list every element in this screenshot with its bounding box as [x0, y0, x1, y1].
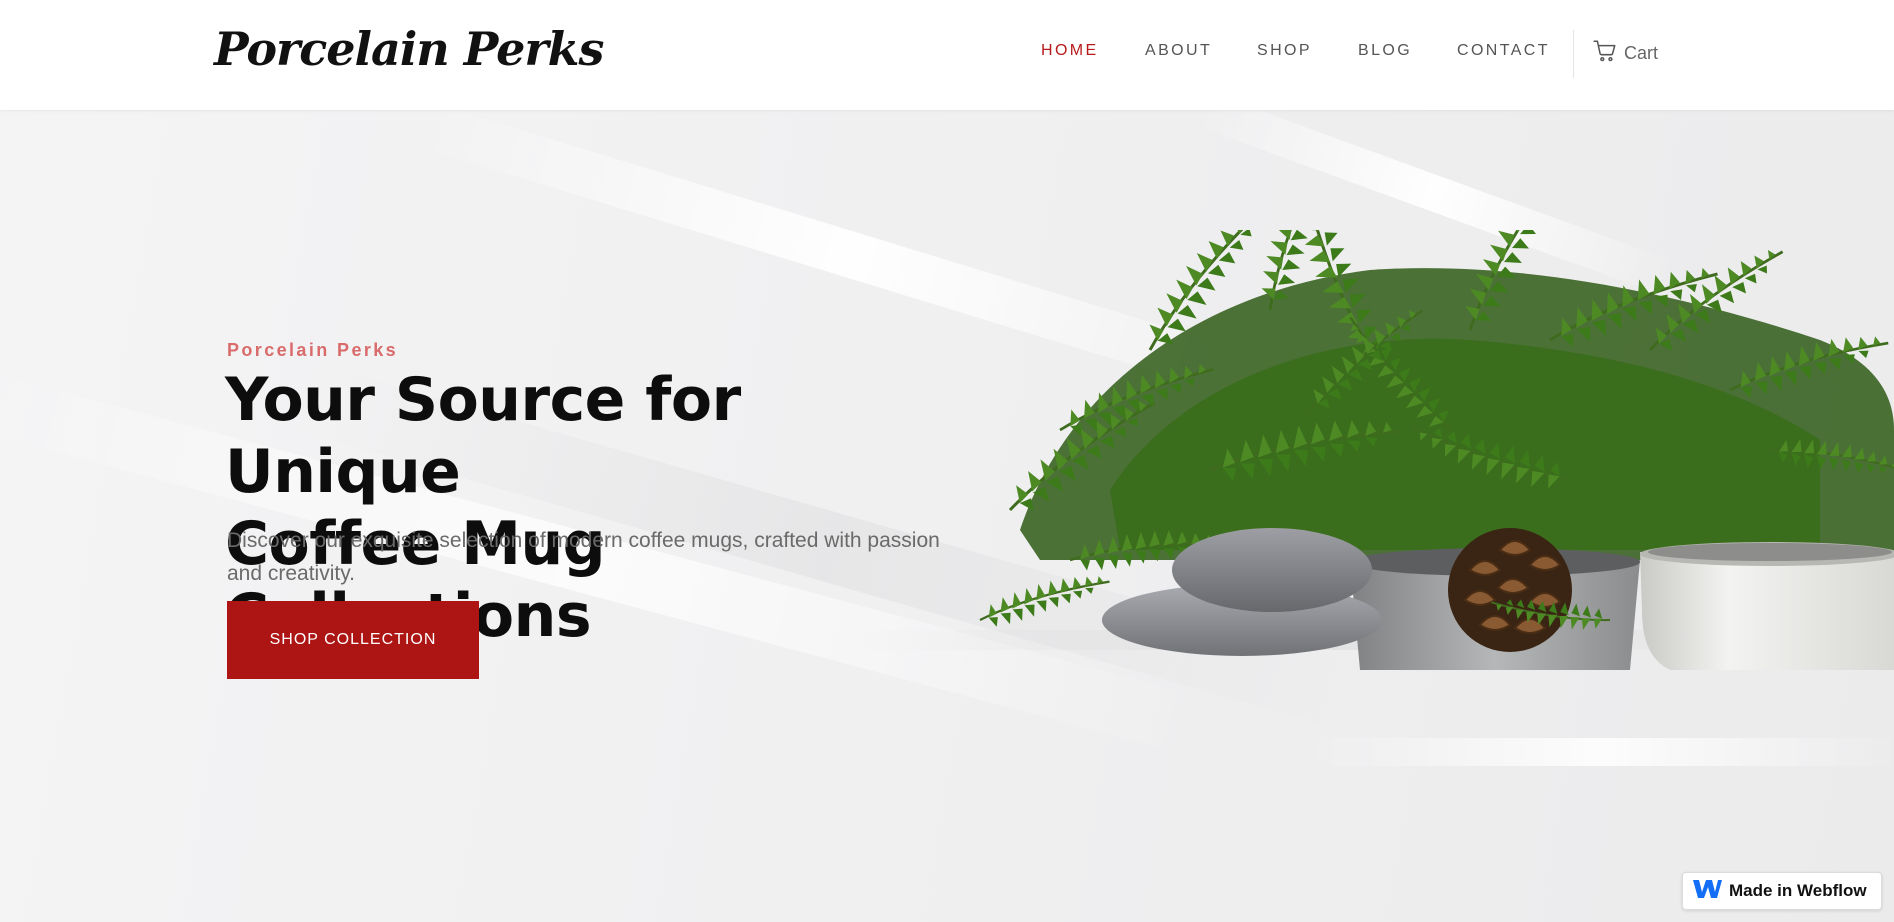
nav-contact[interactable]: CONTACT: [1457, 42, 1550, 60]
nav-blog[interactable]: BLOG: [1358, 42, 1412, 60]
badge-label: Made in Webflow: [1729, 881, 1867, 900]
nav-about[interactable]: ABOUT: [1145, 42, 1212, 60]
nav-shop[interactable]: SHOP: [1257, 42, 1312, 60]
made-in-webflow-badge[interactable]: Made in Webflow: [1682, 872, 1882, 910]
nav-home[interactable]: HOME: [1041, 42, 1099, 60]
shop-collection-button[interactable]: SHOP COLLECTION: [227, 601, 479, 679]
webflow-logo-icon: [1691, 878, 1723, 904]
hero-section: Porcelain Perks Your Source for Unique C…: [0, 110, 1894, 922]
hero-headline-line1: Your Source for Unique: [225, 365, 741, 507]
page: Porcelain Perks HOME ABOUT SHOP BLOG CON…: [0, 0, 1894, 922]
pinecone: [1448, 528, 1572, 652]
cart-icon: [1592, 38, 1618, 68]
cart-button[interactable]: Cart: [1592, 40, 1658, 66]
site-header: Porcelain Perks HOME ABOUT SHOP BLOG CON…: [0, 0, 1894, 110]
hero-image: [973, 230, 1894, 670]
hero-subtitle: Discover our exquisite selection of mode…: [227, 529, 940, 585]
light-beam: [1300, 738, 1894, 766]
nav-divider: [1573, 30, 1574, 78]
cart-label: Cart: [1624, 42, 1659, 63]
hero-eyebrow: Porcelain Perks: [227, 340, 399, 360]
